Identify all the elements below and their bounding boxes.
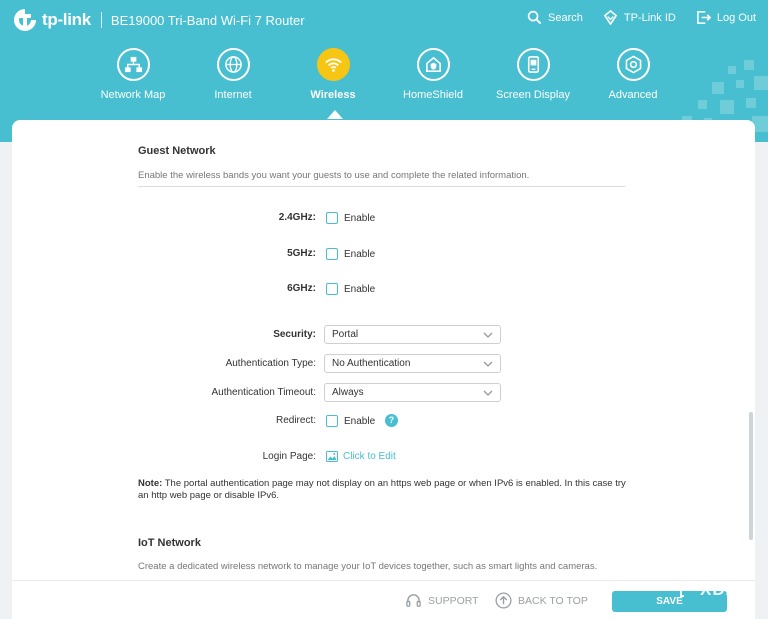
section-divider (138, 186, 625, 187)
band-6-checkbox[interactable] (326, 283, 338, 295)
note-label: Note: (138, 478, 163, 489)
nav-screen-display-label: Screen Display (496, 89, 570, 101)
content-panel: Guest Network Enable the wireless bands … (12, 120, 755, 619)
auth-timeout-label: Authentication Timeout: (211, 387, 316, 398)
brand-name: tp-link (42, 10, 91, 29)
search-icon (527, 10, 542, 25)
login-page-label: Login Page: (262, 451, 316, 462)
homeshield-icon (425, 56, 441, 72)
nav-advanced-label: Advanced (608, 89, 658, 101)
login-page-edit-text: Click to Edit (343, 451, 396, 462)
logout-icon (696, 11, 711, 24)
globe-icon (224, 56, 242, 73)
nav-advanced[interactable]: Advanced (583, 48, 683, 101)
help-icon[interactable]: ? (385, 414, 398, 427)
logout-link[interactable]: Log Out (696, 10, 756, 25)
gear-icon (625, 55, 641, 74)
nav-advanced-circle (616, 48, 650, 81)
guest-network-title: Guest Network (138, 145, 216, 157)
search-label: Search (548, 11, 583, 24)
network-map-icon (124, 56, 142, 73)
redirect-label: Redirect: (275, 415, 316, 426)
portal-note: Note: The portal authentication page may… (138, 478, 628, 502)
nav-homeshield-label: HomeShield (403, 89, 463, 101)
nav-wireless-circle (316, 48, 350, 81)
tplink-logo-icon (14, 9, 36, 31)
nav-homeshield-circle (416, 48, 450, 81)
nav-network-map-circle (116, 48, 150, 81)
active-nav-pointer (327, 110, 343, 119)
logout-label: Log Out (716, 11, 756, 24)
band-5-checkbox[interactable] (326, 248, 338, 260)
scrollbar[interactable] (749, 412, 753, 540)
top-links: Search TP-Link ID Log Out (527, 10, 756, 25)
footer-bar: SUPPORT BACK TO TOP SAVE (12, 580, 755, 619)
nav-screen-display[interactable]: Screen Display (483, 48, 583, 101)
login-page-edit-link[interactable]: Click to Edit (326, 451, 396, 462)
wifi-icon (324, 58, 342, 72)
nav-wireless[interactable]: Wireless (283, 48, 383, 101)
band-24-checkbox[interactable] (326, 212, 338, 224)
search-link[interactable]: Search (527, 10, 583, 25)
xda-logo-icon (680, 583, 684, 597)
tplink-id-link[interactable]: TP-Link ID (603, 10, 676, 25)
image-icon (326, 451, 338, 462)
chevron-down-icon (483, 332, 493, 338)
back-to-top-label: BACK TO TOP (518, 594, 588, 607)
watermark-text: XDA (700, 580, 739, 599)
band-5-label: 5GHz: (287, 248, 316, 259)
support-link[interactable]: SUPPORT (405, 592, 479, 609)
band-24-enable-text: Enable (344, 213, 376, 224)
security-select[interactable]: Portal (324, 325, 501, 344)
guest-network-description: Enable the wireless bands you want your … (138, 170, 530, 181)
note-text: The portal authentication page may not d… (138, 478, 626, 501)
redirect-enable-text: Enable (344, 416, 376, 427)
router-title: BE19000 Tri-Band Wi-Fi 7 Router (110, 12, 305, 28)
band-6-label: 6GHz: (287, 283, 316, 294)
headset-icon (406, 594, 421, 607)
auth-timeout-select[interactable]: Always (324, 383, 501, 402)
nav-network-map[interactable]: Network Map (83, 48, 183, 101)
nav-internet-circle (216, 48, 250, 81)
auth-type-select[interactable]: No Authentication (324, 354, 501, 373)
nav-wireless-label: Wireless (310, 89, 356, 101)
chevron-down-icon (483, 390, 493, 396)
band-6-enable-text: Enable (344, 284, 376, 295)
support-label: SUPPORT (428, 594, 479, 607)
auth-type-value: No Authentication (332, 358, 411, 369)
tplink-logo[interactable]: tp-link BE19000 Tri-Band Wi-Fi 7 Router (12, 7, 305, 33)
tplink-id-label: TP-Link ID (623, 11, 676, 24)
nav-homeshield[interactable]: HomeShield (383, 48, 483, 101)
xda-watermark: XDA (680, 580, 739, 600)
band-24-label: 2.4GHz: (278, 212, 316, 223)
tplink-id-icon (603, 10, 618, 25)
chevron-down-icon (483, 361, 493, 367)
security-value: Portal (332, 329, 359, 340)
auth-timeout-value: Always (332, 387, 364, 398)
redirect-checkbox[interactable] (326, 415, 338, 427)
nav-internet-label: Internet (214, 89, 252, 101)
auth-type-label: Authentication Type: (225, 358, 316, 369)
screen-display-icon (527, 56, 539, 73)
logo-separator (100, 12, 102, 28)
back-to-top-link[interactable]: BACK TO TOP (495, 592, 588, 609)
band-5-enable-text: Enable (344, 249, 376, 260)
arrow-up-circle-icon (495, 592, 512, 609)
iot-network-title: IoT Network (138, 537, 201, 549)
nav-internet[interactable]: Internet (183, 48, 283, 101)
security-label: Security: (273, 329, 316, 340)
iot-network-description: Create a dedicated wireless network to m… (138, 561, 598, 572)
nav-network-map-label: Network Map (100, 89, 166, 101)
nav-screen-display-circle (516, 48, 550, 81)
